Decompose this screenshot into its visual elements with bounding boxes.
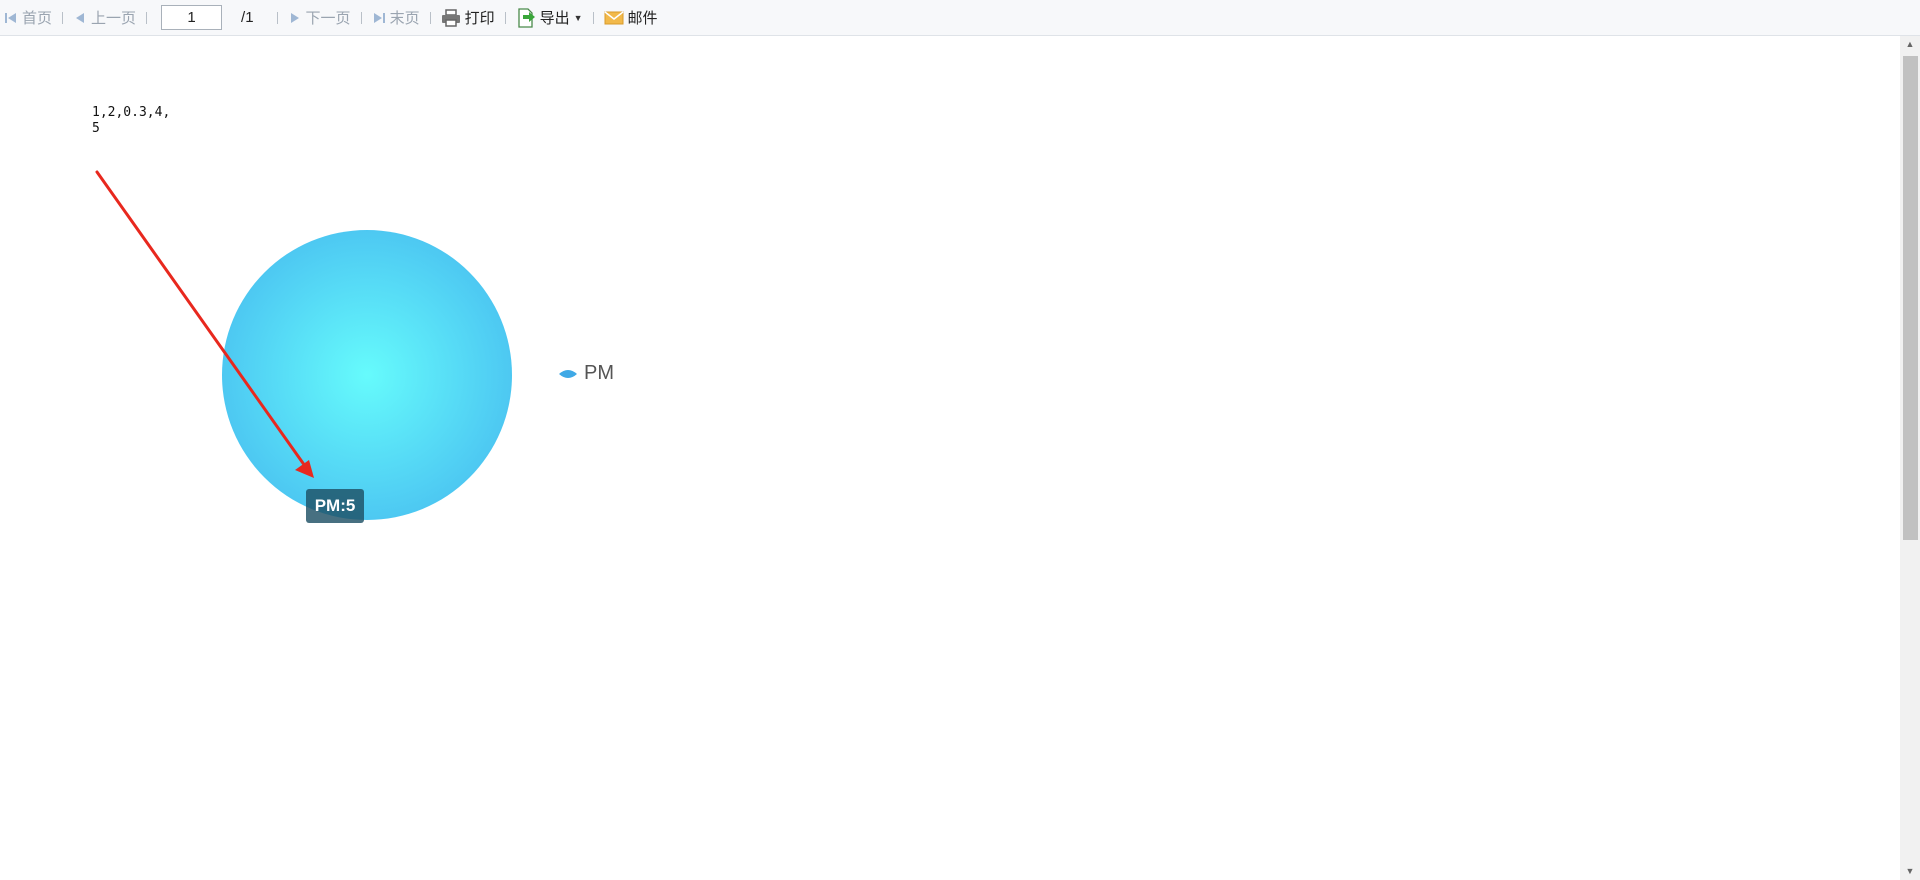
prev-page-icon bbox=[76, 12, 85, 23]
first-page-label: 首页 bbox=[22, 10, 53, 27]
last-page-label: 末页 bbox=[389, 10, 420, 27]
vertical-scrollbar[interactable]: ▲ ▼ bbox=[1900, 36, 1920, 880]
report-toolbar: 首页 上一页 /1 下一页 末页 打印 bbox=[0, 0, 1920, 36]
prev-page-label: 上一页 bbox=[91, 10, 137, 27]
printer-icon bbox=[441, 8, 460, 27]
legend-marker-icon bbox=[559, 369, 577, 378]
last-page-icon bbox=[373, 12, 385, 23]
mail-label: 邮件 bbox=[627, 10, 658, 27]
export-icon bbox=[517, 7, 535, 28]
toolbar-separator bbox=[62, 11, 64, 24]
toolbar-separator bbox=[360, 11, 362, 24]
pie-chart bbox=[95, 170, 512, 520]
next-page-icon bbox=[290, 12, 299, 23]
export-button[interactable]: 导出 ▼ bbox=[516, 0, 583, 36]
next-page-label: 下一页 bbox=[305, 10, 351, 27]
page-number-input[interactable] bbox=[161, 5, 223, 30]
pie-slice-pm[interactable] bbox=[222, 230, 512, 520]
scroll-down-arrow-icon[interactable]: ▼ bbox=[1900, 863, 1920, 880]
mail-icon bbox=[604, 10, 624, 24]
chart-legend: PM bbox=[558, 362, 614, 385]
export-label: 导出 bbox=[539, 10, 570, 27]
toolbar-separator bbox=[276, 11, 278, 24]
print-label: 打印 bbox=[464, 10, 495, 27]
chart-tooltip: PM:5 bbox=[306, 489, 364, 523]
first-page-button[interactable]: 首页 bbox=[4, 0, 52, 36]
first-page-icon bbox=[5, 12, 16, 23]
scrollbar-thumb[interactable] bbox=[1903, 56, 1918, 540]
toolbar-separator bbox=[429, 11, 431, 24]
scroll-up-arrow-icon[interactable]: ▲ bbox=[1900, 36, 1920, 53]
print-button[interactable]: 打印 bbox=[441, 0, 495, 36]
toolbar-separator bbox=[146, 11, 148, 24]
next-page-button[interactable]: 下一页 bbox=[288, 0, 351, 36]
mail-button[interactable]: 邮件 bbox=[604, 0, 658, 36]
last-page-button[interactable]: 末页 bbox=[372, 0, 420, 36]
toolbar-separator bbox=[592, 11, 594, 24]
toolbar-separator bbox=[504, 11, 506, 24]
prev-page-button[interactable]: 上一页 bbox=[73, 0, 136, 36]
legend-label: PM bbox=[584, 362, 614, 384]
page-total: /1 bbox=[241, 9, 254, 26]
chevron-down-icon: ▼ bbox=[573, 12, 583, 23]
